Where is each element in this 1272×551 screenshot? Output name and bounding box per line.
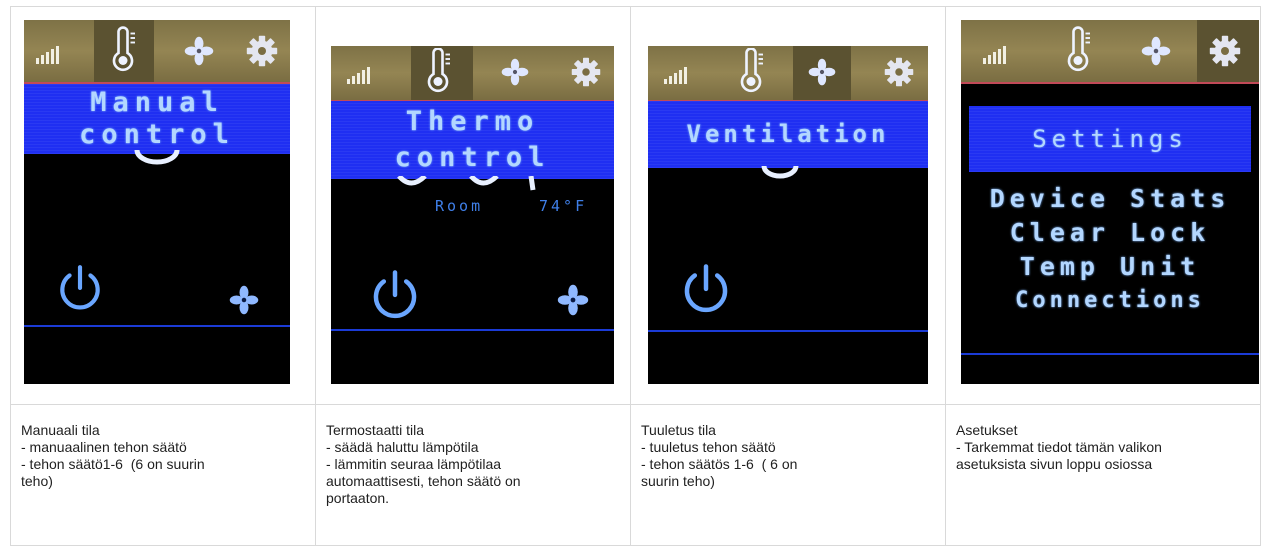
caption-line: - tehon säätös 1-6 ( 6 on xyxy=(641,456,798,472)
settings-screen: Settings Device Stats Clear Lock Temp Un… xyxy=(961,20,1259,384)
thermo-control-screen: Thermo control Room 74°F xyxy=(331,46,614,384)
caption-title: Tuuletus tila xyxy=(641,422,716,438)
fan-icon xyxy=(184,36,214,66)
panel-manual-image-cell: Manual control xyxy=(10,6,316,405)
panel-ventilation-image-cell: Ventilation xyxy=(630,6,946,405)
caption-line: asetuksista sivun loppu osiossa xyxy=(956,456,1153,472)
caption-line: portaaton. xyxy=(326,490,390,506)
caption-line: suurin teho) xyxy=(641,473,715,489)
gear-icon xyxy=(1209,35,1241,67)
caption-line: - tehon säätö1-6 (6 on suurin xyxy=(21,456,205,472)
mode-banner: Thermo control xyxy=(331,101,614,179)
caption-title: Termostaatti tila xyxy=(326,422,425,438)
menu-item-connections[interactable]: Connections xyxy=(961,284,1259,318)
caption-line: teho) xyxy=(21,473,53,489)
fan-icon[interactable] xyxy=(557,284,589,316)
thermometer-icon xyxy=(423,48,453,94)
fan-icon[interactable] xyxy=(229,285,259,315)
fan-icon xyxy=(808,58,836,86)
signal-bars-icon xyxy=(983,40,1006,64)
banner-line-1: Manual xyxy=(90,87,224,118)
room-label: Room xyxy=(435,197,484,215)
caption-title: Asetukset xyxy=(956,422,1018,438)
fan-icon xyxy=(501,58,529,86)
caption-line: - Tarkemmat tiedot tämän valikon xyxy=(956,439,1162,455)
gear-icon xyxy=(571,57,601,87)
caption-title: Manuaali tila xyxy=(21,422,100,438)
menu-item-temp-unit[interactable]: Temp Unit xyxy=(961,250,1259,284)
fan-icon xyxy=(1141,36,1171,66)
caption-line: - säädä haluttu lämpötila xyxy=(326,439,479,455)
mode-banner: Settings xyxy=(969,106,1251,172)
signal-bars-icon xyxy=(36,40,59,64)
caption-cell-settings: Asetukset - Tarkemmat tiedot tämän valik… xyxy=(945,404,1261,546)
gear-icon xyxy=(246,35,278,67)
thermometer-icon xyxy=(736,48,766,94)
signal-bars-icon xyxy=(347,62,370,84)
menu-item-device-stats[interactable]: Device Stats xyxy=(961,182,1259,216)
banner-line-2: control xyxy=(79,119,235,150)
thermometer-icon xyxy=(1063,26,1093,74)
signal-bars-icon xyxy=(664,62,687,84)
panel-thermo-image-cell: Thermo control Room 74°F xyxy=(315,6,631,405)
power-icon[interactable] xyxy=(678,262,734,318)
room-temperature: 74°F xyxy=(539,197,588,215)
mode-banner: Ventilation xyxy=(648,101,928,168)
manual-control-screen: Manual control xyxy=(24,20,290,384)
banner-line-2: control xyxy=(394,142,551,173)
ventilation-screen: Ventilation xyxy=(648,46,928,384)
power-icon[interactable] xyxy=(367,268,423,324)
caption-cell-ventilation: Tuuletus tila - tuuletus tehon säätö - t… xyxy=(630,404,946,546)
thermometer-icon xyxy=(108,26,138,74)
setpoint-digits-partial xyxy=(397,176,536,191)
caption-line: - lämmitin seuraa lämpötilaa xyxy=(326,456,502,472)
caption-cell-manual: Manuaali tila - manuaalinen tehon säätö … xyxy=(10,404,316,546)
panel-settings-image-cell: Settings Device Stats Clear Lock Temp Un… xyxy=(945,6,1261,405)
mode-banner: Manual control xyxy=(24,84,290,154)
dial-arc xyxy=(761,166,799,179)
menu-item-clear-lock[interactable]: Clear Lock xyxy=(961,216,1259,250)
banner-line-1: Settings xyxy=(1032,125,1188,153)
banner-line-1: Ventilation xyxy=(686,120,890,148)
dial-arc xyxy=(134,149,180,165)
info-table: Manual control Thermo control Room 74°F … xyxy=(10,6,1261,546)
caption-cell-thermo: Termostaatti tila - säädä haluttu lämpöt… xyxy=(315,404,631,546)
banner-line-1: Thermo xyxy=(405,106,540,137)
gear-icon xyxy=(884,57,914,87)
caption-line: - tuuletus tehon säätö xyxy=(641,439,776,455)
caption-line: automaattisesti, tehon säätö on xyxy=(326,473,521,489)
caption-line: - manuaalinen tehon säätö xyxy=(21,439,187,455)
power-icon[interactable] xyxy=(54,263,106,315)
